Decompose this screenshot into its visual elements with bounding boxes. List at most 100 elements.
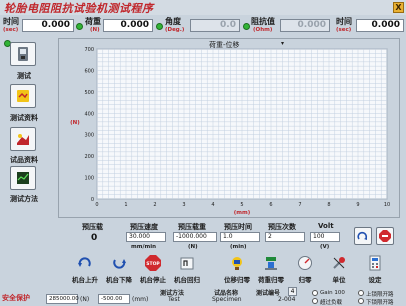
- stop-test-button[interactable]: [376, 227, 394, 245]
- sidebar-item-test[interactable]: [10, 42, 36, 66]
- lower-limit-indicator: [358, 298, 364, 304]
- preload-load-unit: (N): [188, 244, 198, 250]
- x-tick-label: 9: [356, 202, 359, 208]
- test-number-spinner[interactable]: 4: [288, 287, 297, 296]
- preload-speed-unit: mm/min: [131, 244, 157, 250]
- gain-radio[interactable]: [312, 290, 318, 296]
- load-readout: 0.000: [103, 19, 153, 32]
- preload-params: 预压载 0 预压速度 30.000 mm/min 预压载重 -1000.000 …: [60, 222, 400, 252]
- safety-protection-label: 安全保护: [2, 294, 30, 302]
- volt-label: Volt: [318, 222, 334, 230]
- resistance-status-led: [243, 23, 250, 30]
- settings-button[interactable]: 设定: [358, 254, 392, 284]
- time2-unit: (sec): [336, 27, 352, 33]
- gauge-icon: [298, 256, 312, 270]
- time-label: 时间: [3, 17, 19, 26]
- preload-time-unit: (min): [230, 244, 247, 250]
- settings-label: 设定: [368, 276, 382, 284]
- load-zero-icon: [265, 257, 277, 270]
- time-readout: 0.000: [22, 19, 74, 32]
- overload-label: 超过负载: [320, 300, 343, 306]
- app-title: 轮胎电阻阻抗试验机测试程序: [4, 2, 154, 15]
- y-tick-label: 600: [84, 68, 94, 74]
- displacement-zero-icon: [232, 257, 242, 270]
- machine-home-label: 机台回归: [174, 276, 200, 284]
- x-tick-label: 6: [269, 202, 272, 208]
- y-tick-label: 100: [84, 176, 94, 182]
- chevron-down-icon[interactable]: ▾: [281, 40, 284, 47]
- x-tick-label: 8: [327, 202, 330, 208]
- resistance-unit: (Ohm): [253, 27, 273, 33]
- home-return-icon: [180, 257, 194, 270]
- rotate-down-icon: [113, 259, 126, 269]
- machine-home-button[interactable]: 机台回归: [170, 254, 204, 284]
- resistance-label: 阻抗值: [251, 17, 275, 26]
- x-tick-label: 5: [240, 202, 243, 208]
- preload-speed-field[interactable]: 30.000: [126, 232, 166, 242]
- test-number-sub: 2-004: [278, 296, 296, 303]
- x-tick-label: 0: [95, 202, 98, 208]
- stop-icon: [379, 230, 391, 242]
- stop-sign-icon: STOP: [145, 255, 161, 271]
- time2-label: 时间: [336, 17, 352, 26]
- x-axis-label: (mm): [234, 210, 251, 216]
- preload-time-field[interactable]: 1.0: [220, 232, 260, 242]
- time-unit: (sec): [3, 27, 19, 33]
- y-tick-label: 300: [84, 133, 94, 139]
- settings-calculator-icon: [369, 255, 381, 271]
- unit-button[interactable]: 单位: [322, 254, 356, 284]
- sample-data-icon: [17, 134, 29, 145]
- x-tick-label: 7: [298, 202, 301, 208]
- angle-readout: 0.0: [190, 19, 240, 32]
- sidebar-item-sample-data[interactable]: [10, 127, 36, 151]
- load-unit: (N): [90, 27, 100, 33]
- angle-label: 角度: [165, 17, 181, 26]
- x-tick-label: 1: [124, 202, 127, 208]
- load-displacement-chart[interactable]: 0 1 2 3 4 5 6 7 8 9 100100200300400500600700(mm)(N…: [59, 39, 399, 217]
- upper-limit-unit: (N): [80, 296, 90, 303]
- svg-text:STOP: STOP: [146, 261, 160, 267]
- test-data-icon: [17, 90, 29, 102]
- gain-label: Gain 100: [320, 290, 345, 296]
- x-tick-label: 10: [384, 202, 390, 208]
- sidebar-item-label: 测试: [17, 72, 31, 80]
- y-tick-label: 700: [84, 47, 94, 53]
- run-arrow-icon: [357, 231, 368, 240]
- rotate-up-icon: [78, 257, 91, 267]
- angle-unit: (Deg.): [165, 27, 185, 33]
- sidebar-item-label: 试品资料: [10, 156, 38, 164]
- machine-toolbar: 机台上升 机台下降 STOP 机台停止 机台回归 位移归零 荷重归零 归零 单位…: [58, 254, 400, 284]
- sidebar-item-test-method[interactable]: [10, 166, 36, 190]
- lower-limit-open-label: 下锁限开路: [366, 300, 394, 306]
- overload-indicator: [312, 298, 318, 304]
- test-machine-icon: [18, 47, 28, 61]
- volt-unit: (V): [320, 244, 330, 250]
- run-test-button[interactable]: [354, 227, 372, 245]
- upper-limit-indicator: [358, 290, 364, 296]
- preload-value: 0: [91, 233, 98, 243]
- sidebar: 测试 测试资料 试品资料 测试方法: [2, 38, 54, 278]
- x-tick-label: 3: [182, 202, 185, 208]
- x-tick-label: 4: [211, 202, 214, 208]
- upper-limit-field[interactable]: 285000.00: [46, 294, 79, 304]
- upper-limit-open-label: 上锁限开路: [366, 292, 394, 298]
- close-button[interactable]: X: [393, 2, 404, 13]
- preload-load-label: 预压载重: [178, 223, 206, 231]
- volt-field[interactable]: 100: [310, 232, 340, 242]
- preload-count-field[interactable]: 2: [265, 232, 305, 242]
- sidebar-item-test-data[interactable]: [10, 84, 36, 108]
- load-label: 荷重: [85, 17, 101, 26]
- preload-time-label: 预压时间: [224, 223, 252, 231]
- readout-bar: 时间 (sec) 0.000 荷重 (N) 0.000 角度 (Deg.) 0.…: [0, 15, 406, 37]
- unit-tools-icon: [333, 257, 345, 269]
- lower-limit-field[interactable]: -500.00: [98, 294, 130, 304]
- x-tick-label: 2: [153, 202, 156, 208]
- y-tick-label: 200: [84, 154, 94, 160]
- angle-status-led: [156, 23, 163, 30]
- lower-limit-unit: (mm): [132, 296, 149, 303]
- title-bar: 轮胎电阻阻抗试验机测试程序 X: [0, 0, 406, 15]
- test-method-value: Test: [168, 296, 180, 303]
- chart-type-selector[interactable]: 荷重-位移: [209, 40, 240, 50]
- preload-load-field[interactable]: -1000.000: [173, 232, 217, 242]
- preload-count-label: 预压次数: [268, 223, 296, 231]
